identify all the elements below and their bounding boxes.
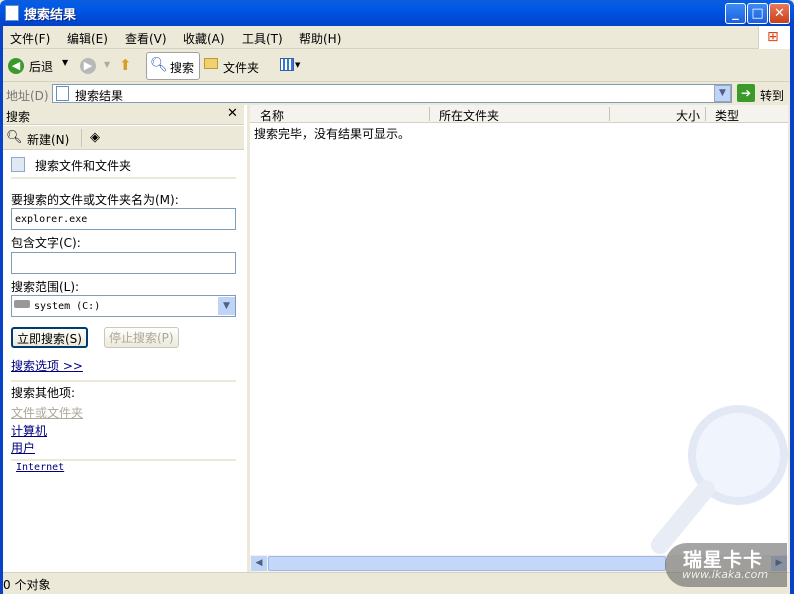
column-divider[interactable] [705,107,706,121]
menu-favorites[interactable]: 收藏(A) [183,30,225,47]
search-pane-header [3,105,244,125]
ikaka-watermark: 瑞星卡卡 www.ikaka.com [665,543,787,587]
windows-logo-icon: ⊞ [758,26,790,49]
search-now-button[interactable]: 立即搜索(S) [11,327,88,348]
menu-help[interactable]: 帮助(H) [299,30,341,47]
address-dropdown-button[interactable]: ▼ [714,85,731,102]
scope-label: 搜索范围(L): [11,280,80,294]
search-pane-title: 搜索 [6,110,31,124]
search-heading: 搜索文件和文件夹 [35,159,132,173]
new-search-icon: 🔍︎ [6,130,23,145]
column-name[interactable]: 名称 [260,107,284,124]
text-label: 包含文字(C): [11,236,81,250]
computers-link[interactable]: 计算机 [11,422,47,439]
window-border [790,26,794,594]
window-title: 搜索结果 [24,8,77,23]
column-folder[interactable]: 所在文件夹 [439,107,499,124]
new-search-button[interactable]: 新建(N) [27,131,69,148]
search-results-icon [56,86,69,101]
column-divider[interactable] [609,107,610,121]
scope-select[interactable]: system (C:) [11,295,236,317]
search-options-link[interactable]: 搜索选项 >> [11,357,83,374]
files-folders-link: 文件或文件夹 [11,406,84,420]
back-arrow-icon[interactable]: ◀ [8,58,24,74]
menu-view[interactable]: 查看(V) [125,30,167,47]
search-results-icon [5,5,19,21]
close-pane-button[interactable]: ✕ [227,106,238,121]
name-label: 要搜索的文件或文件夹名为(M): [11,193,179,207]
menu-bar [3,26,790,49]
address-value: 搜索结果 [75,89,124,103]
divider [81,129,82,147]
go-button[interactable]: 转到 [760,87,784,104]
folders-button[interactable]: 文件夹 [223,59,259,76]
maximize-button[interactable]: □ [747,3,768,24]
scroll-left-button[interactable]: ◀ [251,556,267,571]
back-dropdown-icon[interactable]: ▼ [62,58,68,67]
column-divider[interactable] [429,107,430,121]
results-message: 搜索完毕，没有结果可显示。 [254,127,411,141]
column-type[interactable]: 类型 [715,107,739,124]
stop-search-button: 停止搜索(P) [104,327,179,348]
up-folder-icon[interactable]: ⬆ [119,56,132,74]
address-label: 地址(D) [6,89,49,103]
back-button[interactable]: 后退 [29,58,53,75]
magnifier-icon: 🔍︎ [150,57,168,73]
menu-tools[interactable]: 工具(T) [242,30,283,47]
divider [11,459,236,461]
views-dropdown-icon[interactable]: ▼ [295,61,300,69]
scope-dropdown-button[interactable]: ▼ [218,297,235,315]
status-count: 0 个对象 [3,578,51,592]
drive-icon [14,300,30,308]
search-button-label: 搜索 [170,61,195,75]
divider [11,177,236,179]
address-input[interactable] [52,84,732,103]
folder-icon [204,58,218,69]
title-bar[interactable] [0,0,794,26]
menu-edit[interactable]: 编辑(E) [67,30,108,47]
people-link[interactable]: 用户 [11,439,35,456]
search-files-icon [11,157,25,172]
companion-icon[interactable]: ◈ [90,130,100,145]
results-list [250,105,788,555]
contains-text-input[interactable] [11,252,236,274]
go-arrow-icon[interactable]: ➔ [737,84,755,102]
filename-input[interactable]: explorer.exe [11,208,236,230]
magnifier-watermark-icon [651,405,788,554]
internet-link[interactable]: Internet [16,462,64,473]
watermark-url: www.ikaka.com [682,568,769,581]
column-header [250,105,788,123]
divider [11,380,236,382]
column-size[interactable]: 大小 [676,107,700,124]
views-icon[interactable] [280,58,294,71]
search-other-label: 搜索其他项: [11,386,76,400]
minimize-button[interactable]: _ [725,3,746,24]
menu-file[interactable]: 文件(F) [10,30,50,47]
close-button[interactable]: ✕ [769,3,790,24]
forward-button[interactable]: ▶ [80,58,96,74]
scrollbar-thumb[interactable] [268,556,666,571]
forward-dropdown-icon: ▼ [104,60,111,69]
